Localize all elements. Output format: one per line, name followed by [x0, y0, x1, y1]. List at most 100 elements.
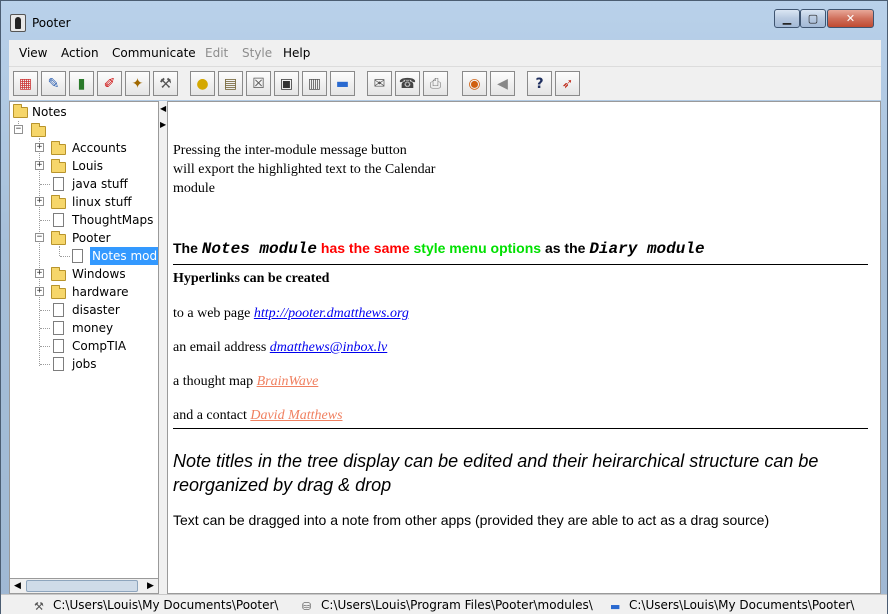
contact-link[interactable]: David Matthews [250, 408, 342, 423]
fax-button[interactable]: ⎙ [423, 71, 448, 96]
pen-button[interactable]: ✐ [97, 71, 122, 96]
notes-tree[interactable]: Notes − + Accounts + Louis java stuff + … [9, 101, 159, 594]
email-link[interactable]: dmatthews@inbox.lv [270, 340, 387, 355]
tree-item-disaster[interactable]: disaster [72, 301, 120, 319]
tree-connector [60, 256, 70, 257]
title-bar[interactable]: Pooter ▁ ▢ ✕ [1, 1, 887, 39]
italic-para-line-2: reorganized by drag & drop [173, 475, 392, 495]
tree-item-notes-module[interactable]: Notes modu [90, 247, 158, 265]
heading-text-2: as the [541, 240, 590, 256]
paste-button[interactable]: ▤ [218, 71, 243, 96]
tree-horizontal-scrollbar[interactable]: ◀ ▶ [9, 578, 159, 594]
tree-item-accounts[interactable]: Accounts [72, 139, 127, 157]
tree-item-java-stuff[interactable]: java stuff [72, 175, 128, 193]
expand-toggle[interactable]: + [35, 161, 44, 170]
document-icon [53, 339, 64, 353]
maximize-button[interactable]: ▢ [800, 9, 826, 28]
hyperlinks-title: Hyperlinks can be created [173, 271, 330, 286]
scroll-right-icon[interactable]: ▶ [143, 579, 158, 593]
phone-button[interactable]: ☎ [395, 71, 420, 96]
expand-toggle[interactable]: + [35, 287, 44, 296]
book-icon: ▮ [77, 75, 86, 92]
expand-toggle[interactable]: + [35, 143, 44, 152]
collapse-arrow-icon[interactable]: ◀ ▶ [160, 105, 166, 129]
tree-item-hardware[interactable]: hardware [72, 283, 129, 301]
folder-icon [51, 141, 66, 155]
close-button[interactable]: ✕ [827, 9, 874, 28]
launch-button[interactable]: ➶ [555, 71, 580, 96]
status-bar: ⚒ C:\Users\Louis\My Documents\Pooter\ ⛁ C:… [1, 594, 887, 614]
menu-communicate[interactable]: Communicate [112, 46, 196, 60]
folder-icon [51, 195, 66, 209]
thought-map-link[interactable]: BrainWave [257, 374, 319, 389]
close-icon: ✕ [845, 12, 856, 25]
heading-notes-module: Notes module [201, 240, 317, 258]
tree-item-louis[interactable]: Louis [72, 157, 103, 175]
pane-splitter[interactable]: ◀ ▶ [159, 101, 167, 594]
web-link[interactable]: http://pooter.dmatthews.org [254, 306, 409, 321]
tree-connector [40, 364, 50, 365]
tree-item-thoughtmaps[interactable]: ThoughtMaps [72, 211, 153, 229]
heading-green-text: style menu options [413, 240, 542, 256]
scroll-left-icon[interactable]: ◀ [10, 579, 25, 593]
open-folder-button[interactable]: ▬ [330, 71, 355, 96]
save-button[interactable]: ▣ [274, 71, 299, 96]
open-folder-icon [31, 123, 46, 137]
document-icon [72, 249, 83, 263]
document-icon [53, 303, 64, 317]
intro-line-1: Pressing the inter-module message button [173, 143, 407, 158]
notes-icon: ✎ [47, 75, 60, 92]
intro-line-3: module [173, 181, 215, 196]
tree-root-label[interactable]: Notes [32, 103, 67, 121]
document-icon [53, 321, 64, 335]
diary-button[interactable]: ▮ [69, 71, 94, 96]
maximize-icon: ▢ [807, 12, 819, 25]
back-button[interactable]: ◀ [490, 71, 515, 96]
wand-icon: ✦ [131, 75, 144, 92]
status-text: C:\Users\Louis\Program Files\Pooter\modu… [321, 598, 593, 612]
open-folder-icon: ▬ [335, 75, 350, 92]
tree-item-jobs[interactable]: jobs [72, 355, 97, 373]
menu-help[interactable]: Help [283, 46, 310, 60]
trash-button[interactable]: ▥ [302, 71, 327, 96]
menu-style[interactable]: Style [242, 46, 272, 60]
menu-edit[interactable]: Edit [205, 46, 228, 60]
document-icon [53, 177, 64, 191]
tree-item-money[interactable]: money [72, 319, 113, 337]
open-folder-icon [51, 231, 66, 245]
folder-icon [51, 267, 66, 281]
drive-icon: ⛁ [302, 600, 312, 613]
tree-item-linux-stuff[interactable]: linux stuff [72, 193, 132, 211]
menu-action[interactable]: Action [61, 46, 99, 60]
app-icon [10, 14, 26, 32]
collapse-toggle[interactable]: − [14, 125, 23, 134]
tree-item-pooter[interactable]: Pooter [72, 229, 111, 247]
minimize-button[interactable]: ▁ [774, 9, 800, 28]
wand-button[interactable]: ✦ [125, 71, 150, 96]
browser-button[interactable]: ◉ [462, 71, 487, 96]
menu-view[interactable]: View [19, 46, 47, 60]
expand-toggle[interactable]: + [35, 197, 44, 206]
email-button[interactable]: ✉ [367, 71, 392, 96]
horizontal-rule [173, 264, 868, 265]
status-documents-path: ⚒ C:\Users\Louis\My Documents\Pooter\ [34, 598, 278, 613]
tools-button[interactable]: ⚒ [153, 71, 178, 96]
rocket-icon: ➶ [561, 75, 574, 92]
help-button[interactable]: ? [527, 71, 552, 96]
delete-note-button[interactable]: ☒ [246, 71, 271, 96]
tree-connector [40, 184, 50, 185]
collapse-toggle[interactable]: − [35, 233, 44, 242]
idea-button[interactable]: ● [190, 71, 215, 96]
tree-item-windows[interactable]: Windows [72, 265, 126, 283]
tree-connector [40, 220, 50, 221]
expand-toggle[interactable]: + [35, 269, 44, 278]
heading-text: The [173, 240, 202, 256]
tree-item-comptia[interactable]: CompTIA [72, 337, 126, 355]
calendar-button[interactable]: ▦ [13, 71, 38, 96]
document-icon [53, 357, 64, 371]
notes-button[interactable]: ✎ [41, 71, 66, 96]
note-editor[interactable]: Pressing the inter-module message button… [167, 101, 881, 594]
save-icon: ▣ [279, 75, 294, 92]
contact-line: and a contact David Matthews [173, 408, 343, 424]
scroll-thumb[interactable] [26, 580, 138, 592]
